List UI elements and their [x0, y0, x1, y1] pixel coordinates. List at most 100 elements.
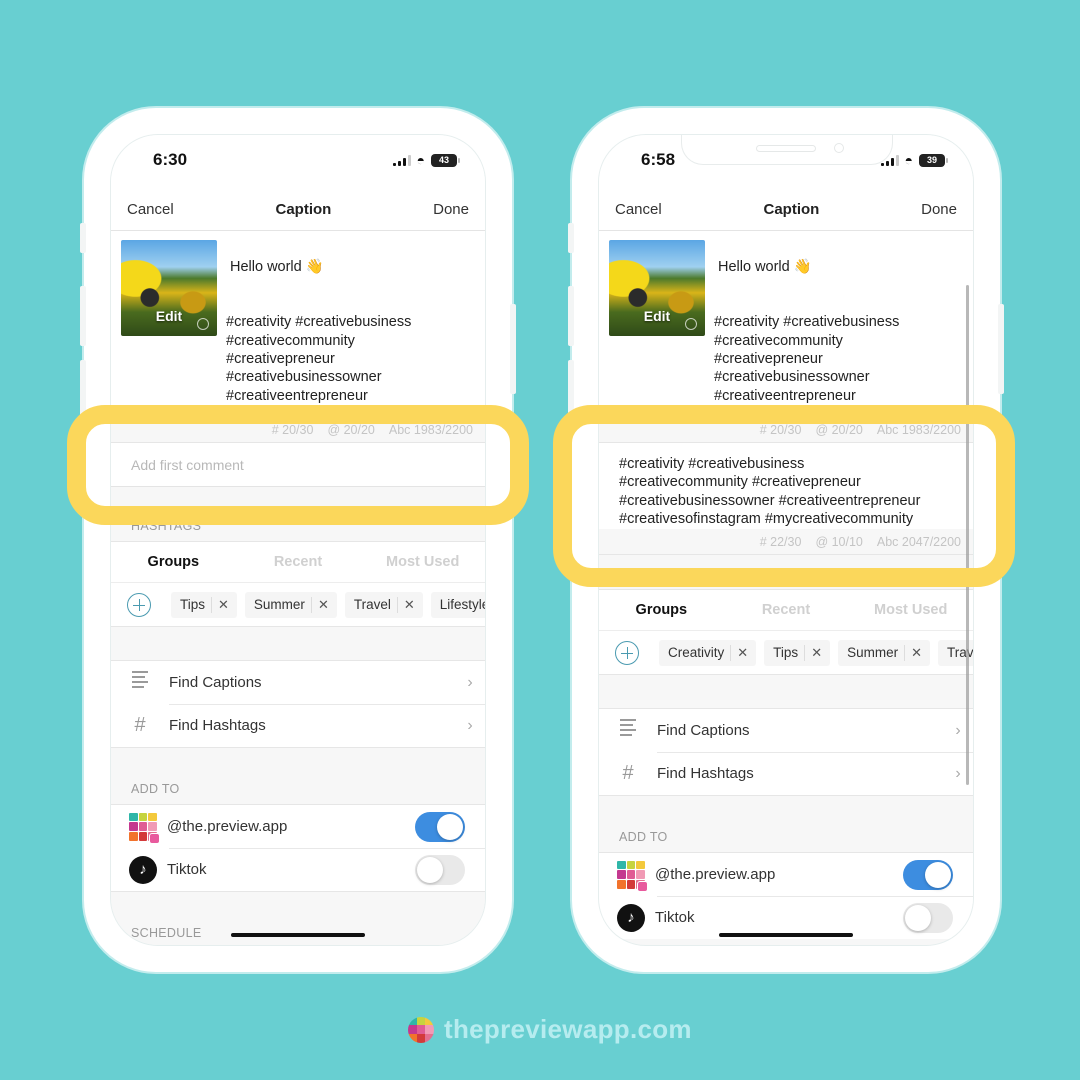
- tab-most-used[interactable]: Most Used: [360, 554, 485, 570]
- close-icon[interactable]: ✕: [218, 597, 229, 613]
- tab-recent[interactable]: Recent: [236, 554, 361, 570]
- tab-groups[interactable]: Groups: [599, 602, 724, 618]
- instagram-icon: [637, 880, 648, 892]
- chip-label: Summer: [253, 597, 305, 612]
- account-label: Tiktok: [655, 909, 695, 926]
- account-row-preview: @the.preview.app: [599, 853, 973, 896]
- account-label: @the.preview.app: [655, 866, 776, 883]
- preview-toggle[interactable]: [903, 859, 953, 890]
- close-icon[interactable]: ✕: [404, 597, 415, 613]
- page-title: Caption: [763, 201, 820, 218]
- add-group-button[interactable]: [615, 640, 639, 665]
- add-group-button[interactable]: [127, 592, 151, 617]
- tab-most-used[interactable]: Most Used: [848, 602, 973, 618]
- group-chip[interactable]: Summer ✕: [244, 591, 337, 618]
- caption-greeting: Hello world 👋: [718, 259, 812, 276]
- signal-icon: [392, 154, 411, 166]
- brand-url[interactable]: thepreviewapp.com: [444, 1014, 692, 1045]
- find-hashtags-row[interactable]: # Find Hashtags ›: [599, 752, 973, 795]
- lines-icon: [599, 716, 657, 745]
- wifi-icon: ◓: [416, 152, 425, 168]
- notch: [681, 135, 893, 165]
- post-thumbnail[interactable]: Edit: [609, 240, 705, 336]
- chip-label: Creativity: [668, 645, 725, 660]
- crop-icon: [685, 318, 697, 330]
- group-chip[interactable]: Tips ✕: [171, 591, 237, 618]
- group-chip[interactable]: Summer ✕: [838, 639, 931, 666]
- find-menu: Find Captions › # Find Hashtags ›: [111, 660, 485, 748]
- cancel-button[interactable]: Cancel: [127, 201, 174, 218]
- menu-label: Find Captions: [169, 674, 262, 691]
- status-time: 6:58: [641, 150, 676, 169]
- chip-label: Travel: [947, 645, 973, 660]
- preview-app-logo: [129, 812, 160, 844]
- group-chip[interactable]: Lifestyle: [430, 591, 485, 618]
- battery-icon: 39: [919, 153, 948, 167]
- account-row-tiktok: ♪ Tiktok: [111, 848, 485, 891]
- find-captions-row[interactable]: Find Captions ›: [111, 661, 485, 704]
- chip-label: Summer: [847, 645, 899, 660]
- close-icon[interactable]: ✕: [911, 645, 922, 661]
- group-chip[interactable]: Tips ✕: [764, 639, 831, 666]
- preview-toggle[interactable]: [415, 811, 465, 842]
- volume-up-button: [80, 286, 86, 346]
- menu-label: Find Captions: [657, 722, 750, 739]
- tiktok-icon: ♪: [129, 855, 157, 884]
- find-captions-row[interactable]: Find Captions ›: [599, 709, 973, 752]
- nav-bar: Cancel Caption Done: [599, 189, 973, 231]
- highlight-filled-comment: [553, 405, 1015, 587]
- status-bar: 6:30 ◓ 43: [111, 135, 485, 189]
- hashtag-groups: Tips ✕ Summer ✕ Travel ✕ Lifestyle: [111, 583, 485, 627]
- caption-text[interactable]: Hello world 👋 #creativity #creativebusin…: [226, 240, 475, 417]
- volume-up-button: [568, 286, 574, 346]
- done-button[interactable]: Done: [433, 201, 469, 218]
- hashtag-tabs: Groups Recent Most Used: [111, 541, 485, 583]
- wifi-icon: ◓: [904, 152, 913, 168]
- close-icon[interactable]: ✕: [318, 597, 329, 613]
- power-button: [998, 304, 1004, 394]
- screen: 6:30 ◓ 43 Cancel Caption Done Edit Hello…: [110, 134, 486, 946]
- hash-icon: #: [134, 714, 146, 736]
- battery-icon: 43: [431, 153, 460, 167]
- done-button[interactable]: Done: [921, 201, 957, 218]
- preview-app-logo: [408, 1016, 434, 1043]
- page-title: Caption: [275, 201, 332, 218]
- tiktok-icon: ♪: [617, 903, 645, 932]
- add-to-label: ADD TO: [599, 830, 973, 852]
- cancel-button[interactable]: Cancel: [615, 201, 662, 218]
- caption-hashtags: #creativity #creativebusiness #creativec…: [226, 314, 412, 417]
- close-icon[interactable]: ✕: [811, 645, 822, 661]
- hashtag-groups: Creativity ✕ Tips ✕ Summer ✕ Travel: [599, 631, 973, 675]
- crop-icon: [197, 318, 209, 330]
- hashtag-tabs: Groups Recent Most Used: [599, 589, 973, 631]
- power-button: [510, 304, 516, 394]
- tiktok-toggle[interactable]: [903, 902, 953, 933]
- nav-bar: Cancel Caption Done: [111, 189, 485, 231]
- caption-hashtags: #creativity #creativebusiness #creativec…: [714, 314, 900, 417]
- chip-label: Tips: [180, 597, 206, 612]
- close-icon[interactable]: ✕: [737, 645, 748, 661]
- tiktok-toggle[interactable]: [415, 854, 465, 885]
- caption-text[interactable]: Hello world 👋 #creativity #creativebusin…: [714, 240, 963, 417]
- preview-app-logo: [617, 860, 648, 892]
- status-time: 6:30: [153, 150, 188, 169]
- add-to-label: ADD TO: [111, 782, 485, 804]
- chip-label: Tips: [773, 645, 799, 660]
- account-row-preview: @the.preview.app: [111, 805, 485, 848]
- tab-groups[interactable]: Groups: [111, 554, 236, 570]
- home-indicator[interactable]: [231, 933, 365, 937]
- caption-editor[interactable]: Edit Hello world 👋 #creativity #creative…: [111, 231, 485, 417]
- find-hashtags-row[interactable]: # Find Hashtags ›: [111, 704, 485, 747]
- footer-brand: thepreviewapp.com: [408, 1014, 692, 1045]
- lines-icon: [111, 668, 169, 697]
- group-chip[interactable]: Travel ✕: [344, 591, 423, 618]
- tab-recent[interactable]: Recent: [724, 602, 849, 618]
- caption-editor[interactable]: Edit Hello world 👋 #creativity #creative…: [599, 231, 973, 417]
- mute-switch: [568, 223, 574, 253]
- chevron-right-icon: ›: [467, 673, 473, 691]
- home-indicator[interactable]: [719, 933, 853, 937]
- menu-label: Find Hashtags: [169, 717, 266, 734]
- group-chip[interactable]: Creativity ✕: [659, 639, 757, 666]
- post-thumbnail[interactable]: Edit: [121, 240, 217, 336]
- find-menu: Find Captions › # Find Hashtags ›: [599, 708, 973, 796]
